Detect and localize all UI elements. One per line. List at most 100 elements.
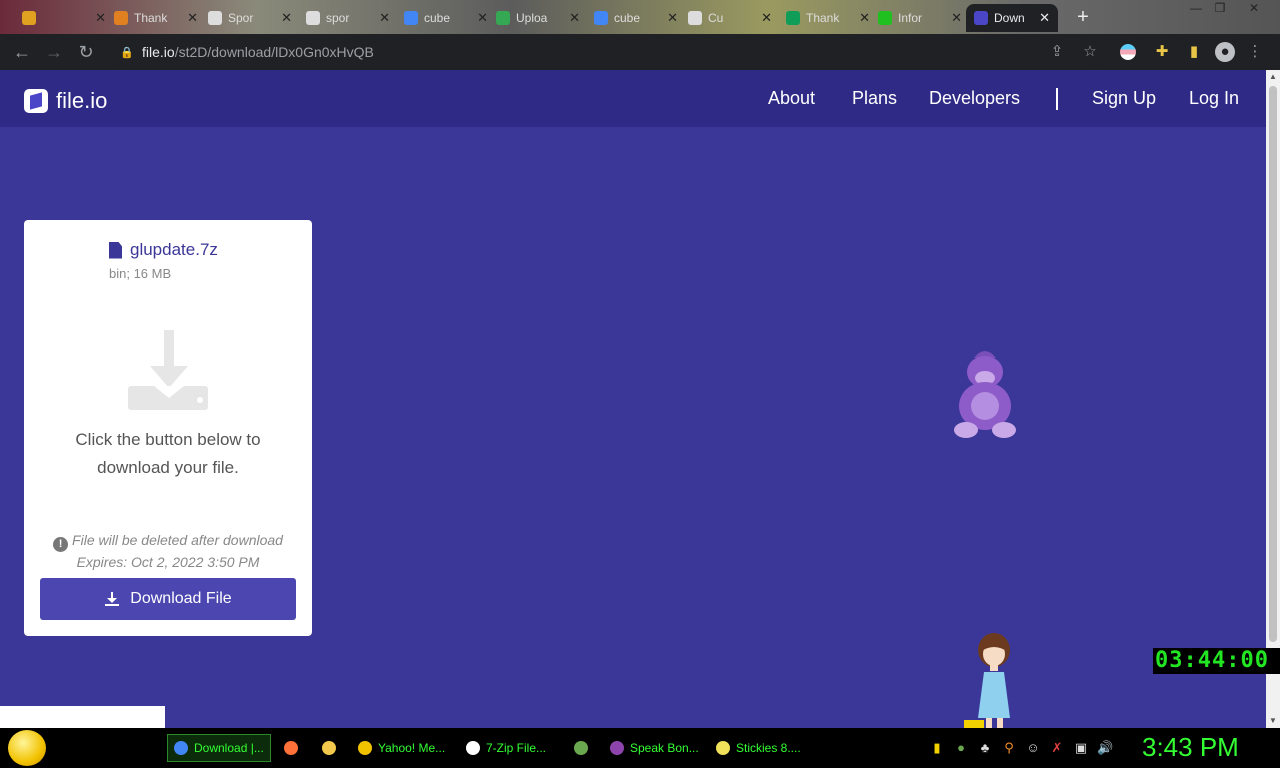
tray-security-icon[interactable]: ✗ (1049, 740, 1065, 756)
close-tab-icon[interactable]: ✕ (761, 10, 772, 26)
download-instructions: Click the button below to download your … (75, 430, 261, 477)
taskbar-clock[interactable]: 3:43 PM (1142, 732, 1239, 763)
tray-person-icon[interactable]: ♣ (977, 740, 993, 756)
start-smiley-icon[interactable] (8, 730, 46, 766)
close-tab-icon[interactable]: ✕ (379, 10, 390, 26)
browser-tab[interactable]: Cu ✕ (680, 4, 780, 32)
page-scrollbar[interactable]: ▲ ▼ (1266, 70, 1280, 728)
browser-toolbar: ← → ↻ 🔒 file.io /st2D/download/lDx0Gn0xH… (0, 34, 1280, 70)
close-tab-icon[interactable]: ✕ (187, 10, 198, 26)
scroll-down-icon[interactable]: ▼ (1266, 714, 1280, 728)
stickies-icon (716, 741, 730, 755)
browser-tab-strip: ✕ Thank ✕ Spor ✕ spor ✕ cube ✕ Uploa ✕ cube ✕ Cu ✕ Than… (0, 0, 1280, 34)
browser-tab[interactable]: Spor ✕ (200, 4, 300, 32)
browser-tab[interactable]: cube ✕ (396, 4, 496, 32)
tab-favicon-icon (878, 11, 892, 25)
chrome-icon (174, 741, 188, 755)
taskbar-button-label: Download |... (194, 741, 264, 755)
file-icon (109, 241, 122, 259)
browser-tab[interactable]: spor ✕ (298, 4, 398, 32)
nav-plans[interactable]: Plans (852, 88, 897, 109)
browser-tab[interactable]: Thank ✕ (778, 4, 878, 32)
bookmark-star-icon[interactable]: ☆ (1080, 42, 1100, 62)
fileio-favicon-icon (974, 11, 988, 25)
taskbar-button[interactable]: Download |... (167, 734, 271, 762)
tray-chat-icon[interactable]: ☺ (1025, 740, 1041, 756)
tab-title: spor (326, 11, 350, 25)
close-tab-icon[interactable]: ✕ (1039, 10, 1050, 26)
firefox-icon (284, 741, 298, 755)
tab-title: Cu (708, 11, 724, 25)
share-icon[interactable]: ⇪ (1047, 42, 1067, 62)
taskbar-button[interactable]: 7-Zip File... (460, 734, 552, 762)
reload-icon[interactable]: ↻ (75, 41, 97, 63)
tab-title: Down (994, 11, 1025, 25)
taskbar-button-label: 7-Zip File... (486, 741, 547, 755)
restore-icon[interactable]: ❐ (1208, 0, 1232, 16)
tray-volume-icon[interactable]: 🔊 (1097, 740, 1113, 756)
close-tab-icon[interactable]: ✕ (281, 10, 292, 26)
nav-sign-up[interactable]: Sign Up (1092, 88, 1156, 109)
close-tab-icon[interactable]: ✕ (95, 10, 106, 26)
menu-kebab-icon[interactable]: ⋮ (1245, 42, 1265, 62)
folder-icon (322, 741, 336, 755)
tray-note-icon[interactable]: ▮ (929, 740, 945, 756)
close-tab-icon[interactable]: ✕ (859, 10, 870, 26)
file-title-row: glupdate.7z (109, 240, 218, 260)
tray-globe-icon[interactable]: ● (953, 740, 969, 756)
close-tab-icon[interactable]: ✕ (951, 10, 962, 26)
browser-tab[interactable]: cube ✕ (586, 4, 686, 32)
extensions-puzzle-icon[interactable]: ✚ (1152, 42, 1172, 62)
close-tab-icon[interactable]: ✕ (569, 10, 580, 26)
tab-title: Thank (806, 11, 840, 25)
close-tab-icon[interactable]: ✕ (667, 10, 678, 26)
tab-favicon-icon (22, 11, 36, 25)
close-tab-icon[interactable]: ✕ (477, 10, 488, 26)
taskbar-button[interactable] (278, 734, 304, 762)
taskbar: Download |... Yahoo! Me... 7-Zip File... Sp… (0, 728, 1280, 768)
tray-network-icon[interactable]: ▣ (1073, 740, 1089, 756)
address-bar[interactable]: 🔒 file.io /st2D/download/lDx0Gn0xHvQB (108, 38, 1108, 66)
tab-favicon-icon (594, 11, 608, 25)
taskbar-button[interactable]: Yahoo! Me... (352, 734, 451, 762)
download-button-label: Download File (130, 590, 232, 607)
taskbar-button[interactable]: Stickies 8.... (710, 734, 807, 762)
back-icon[interactable]: ← (11, 41, 33, 63)
tab-favicon-icon (688, 11, 702, 25)
nav-log-in[interactable]: Log In (1189, 88, 1239, 109)
fileio-logo-icon (24, 89, 48, 113)
url-path: /st2D/download/lDx0Gn0xHvQB (174, 44, 374, 60)
scroll-up-icon[interactable]: ▲ (1266, 70, 1280, 84)
nav-developers[interactable]: Developers (929, 88, 1020, 109)
download-file-button[interactable]: Download File (40, 578, 296, 620)
tab-title: cube (424, 11, 451, 25)
fileio-logo[interactable]: file.io (24, 88, 107, 114)
extension-flag-icon[interactable] (1120, 44, 1136, 60)
scrollbar-thumb[interactable] (1269, 86, 1277, 642)
anime-desktop-character[interactable] (964, 632, 1020, 728)
close-window-icon[interactable]: ✕ (1242, 0, 1266, 16)
tab-title: Spor (228, 11, 254, 25)
browser-tab[interactable]: Uploa ✕ (488, 4, 588, 32)
file-meta: bin; 16 MB (109, 266, 172, 281)
forward-icon[interactable]: → (43, 41, 65, 63)
active-tab[interactable]: Down ✕ (966, 4, 1058, 32)
yahoo-messenger-icon (358, 741, 372, 755)
desktop-buddy-character[interactable] (948, 344, 1022, 444)
logo-text: file.io (56, 88, 108, 113)
taskbar-button[interactable]: Speak Bon... (604, 734, 705, 762)
expiry-text: Expires: Oct 2, 2022 3:50 PM (76, 554, 260, 570)
taskbar-button[interactable] (568, 734, 594, 762)
new-tab-button[interactable]: + (1072, 6, 1094, 28)
tab-favicon-icon (786, 11, 800, 25)
minimize-icon[interactable]: — (1184, 0, 1208, 16)
browser-tab[interactable]: Thank ✕ (106, 4, 206, 32)
tray-search-icon[interactable]: ⚲ (1001, 740, 1017, 756)
side-panel-icon[interactable]: ▮ (1184, 42, 1204, 62)
browser-tab[interactable]: ✕ (14, 4, 114, 32)
browser-tab[interactable]: Infor ✕ (870, 4, 970, 32)
taskbar-button[interactable] (316, 734, 342, 762)
nav-divider (1056, 88, 1058, 110)
profile-avatar-icon[interactable]: ● (1215, 42, 1235, 62)
nav-about[interactable]: About (768, 88, 815, 109)
